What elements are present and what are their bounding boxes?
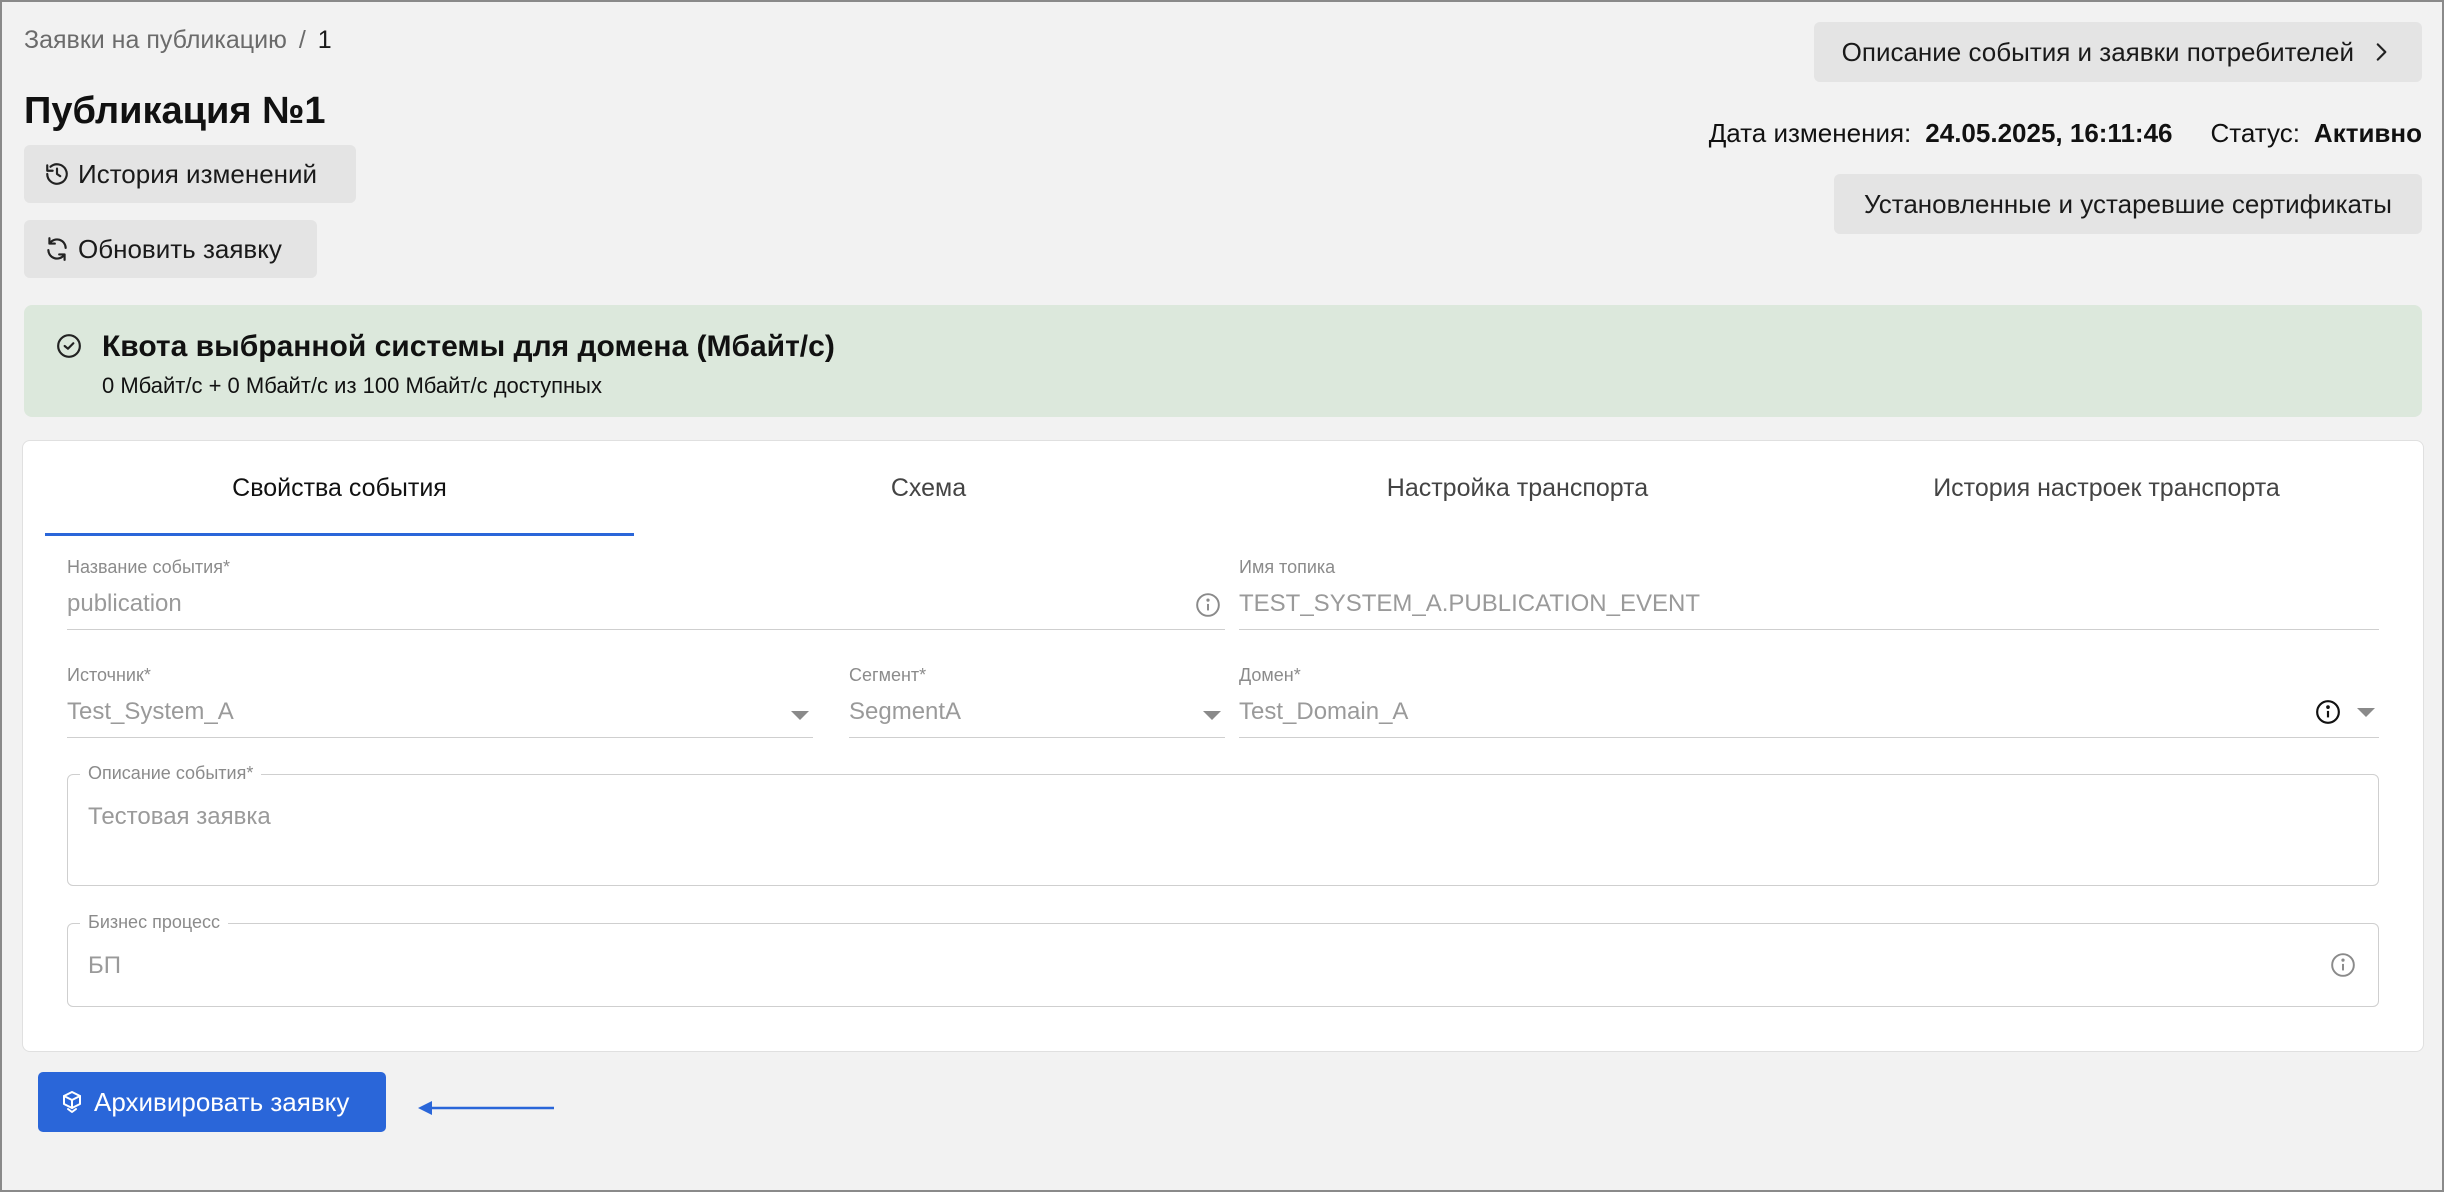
business-process-field[interactable]: Бизнес процесс БП [67, 912, 2379, 1007]
history-icon [46, 163, 68, 185]
event-card: Свойства события Схема Настройка транспо… [22, 440, 2424, 1052]
info-icon[interactable] [1195, 592, 1221, 618]
source-label: Источник [67, 665, 144, 685]
modified-label: Дата изменения: [1708, 118, 1912, 148]
status-label: Статус: [2210, 118, 2300, 148]
chevron-right-icon [2376, 43, 2387, 61]
archive-icon [63, 1091, 81, 1113]
archive-button-label: Архивировать заявку [94, 1086, 350, 1117]
info-icon[interactable] [2330, 952, 2356, 978]
tab-event-properties[interactable]: Свойства события [45, 441, 634, 536]
source-select[interactable]: Источник* Test_System_A [67, 665, 813, 738]
segment-value: SegmentA [849, 698, 962, 725]
event-name-field[interactable]: Название события* publication [67, 557, 1225, 630]
modified-value: 24.05.2025, 16:11:46 [1925, 118, 2173, 148]
tab-transport-history[interactable]: История настроек транспорта [1812, 441, 2401, 536]
event-description-textarea[interactable]: Описание события* Тестовая заявка [67, 763, 2379, 886]
history-button-label: История изменений [78, 158, 318, 189]
refresh-button-label: Обновить заявку [78, 233, 282, 264]
segment-label: Сегмент [849, 665, 920, 685]
event-name-label: Название события [67, 557, 223, 577]
check-circle-icon [57, 334, 81, 358]
meta-info: Дата изменения: 24.05.2025, 16:11:46 Ста… [1709, 118, 2422, 149]
required-mark: * [1293, 665, 1301, 685]
quota-subtitle: 0 Мбайт/с + 0 Мбайт/с из 100 Мбайт/с дос… [102, 373, 602, 398]
event-description-value: Тестовая заявка [88, 803, 271, 830]
caret-down-icon[interactable] [2357, 707, 2375, 717]
business-process-label: Бизнес процесс [80, 912, 228, 933]
required-mark: * [919, 665, 927, 685]
refresh-icon [47, 237, 67, 261]
business-process-value: БП [88, 952, 121, 979]
tab-transport-settings[interactable]: Настройка транспорта [1223, 441, 1812, 536]
history-button[interactable]: История изменений [24, 145, 356, 203]
tabs: Свойства события Схема Настройка транспо… [45, 441, 2401, 536]
breadcrumb-separator: / [298, 26, 306, 54]
status-value: Активно [2313, 118, 2422, 148]
info-icon[interactable] [2315, 699, 2341, 725]
segment-select[interactable]: Сегмент* SegmentA [849, 665, 1225, 738]
caret-down-icon[interactable] [1203, 711, 1221, 720]
required-mark: * [143, 665, 151, 685]
event-description-button[interactable]: Описание события и заявки потребителей [1813, 22, 2422, 82]
breadcrumb-parent-link[interactable]: Заявки на публикацию [24, 26, 287, 55]
event-name-value: publication [67, 590, 182, 617]
event-description-label: Описание события [88, 763, 247, 783]
page-title: Публикация №1 [24, 90, 326, 132]
quota-title: Квота выбранной системы для домена (Мбай… [102, 330, 835, 363]
topic-name-label: Имя топика [1239, 557, 1336, 577]
tab-schema[interactable]: Схема [634, 441, 1223, 536]
breadcrumb: Заявки на публикацию / 1 [24, 26, 332, 55]
topic-name-field[interactable]: Имя топика TEST_SYSTEM_A.PUBLICATION_EVE… [1239, 557, 2379, 630]
domain-label: Домен [1239, 665, 1294, 685]
topic-name-value: TEST_SYSTEM_A.PUBLICATION_EVENT [1239, 590, 1701, 617]
breadcrumb-current: 1 [317, 26, 332, 54]
arrow-left-icon [418, 1101, 554, 1115]
archive-button[interactable]: Архивировать заявку [38, 1072, 386, 1132]
caret-down-icon[interactable] [791, 711, 809, 720]
domain-select[interactable]: Домен* Test_Domain_A [1239, 665, 2379, 738]
event-description-button-label: Описание события и заявки потребителей [1841, 36, 2354, 67]
domain-value: Test_Domain_A [1239, 698, 1409, 725]
certificates-button-label: Установленные и устаревшие сертификаты [1863, 188, 2392, 219]
required-mark: * [222, 557, 230, 577]
quota-banner: Квота выбранной системы для домена (Мбай… [24, 305, 2422, 417]
required-mark: * [246, 763, 254, 783]
source-value: Test_System_A [67, 698, 234, 725]
certificates-button[interactable]: Установленные и устаревшие сертификаты [1833, 174, 2422, 234]
refresh-button[interactable]: Обновить заявку [24, 220, 317, 278]
